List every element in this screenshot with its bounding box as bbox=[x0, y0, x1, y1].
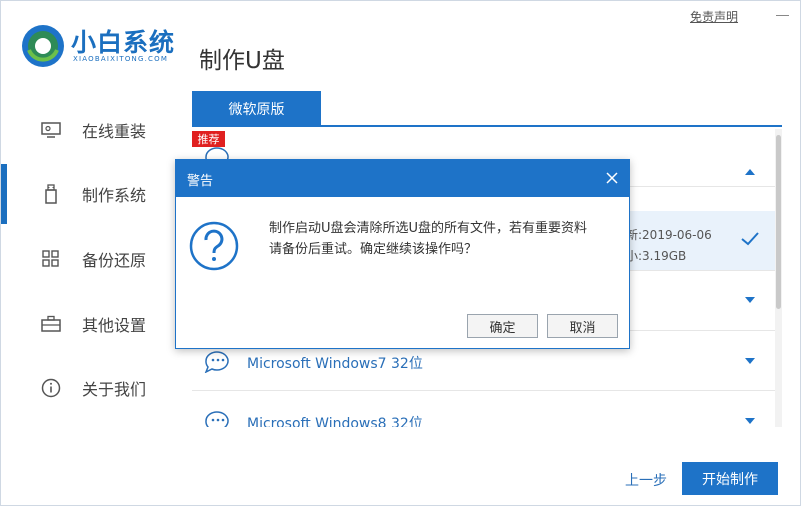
sidebar-item-other-settings[interactable]: 其他设置 bbox=[1, 293, 176, 355]
ok-button[interactable]: 确定 bbox=[467, 314, 538, 338]
chevron-up-icon[interactable] bbox=[745, 169, 755, 175]
cancel-button[interactable]: 取消 bbox=[547, 314, 618, 338]
dialog-message-line: 制作启动U盘会清除所选U盘的所有文件，若有重要资料 bbox=[269, 221, 588, 236]
previous-step-button[interactable]: 上一步 bbox=[625, 470, 667, 490]
briefcase-icon bbox=[41, 314, 61, 334]
warning-dialog: 警告 制作启动U盘会清除所选U盘的所有文件，若有重要资料 请备份后重试。确定继续… bbox=[175, 159, 630, 349]
check-icon bbox=[741, 232, 759, 246]
logo-icon bbox=[22, 25, 64, 67]
chat-bubble-icon bbox=[205, 411, 229, 427]
sidebar-item-label: 在线重装 bbox=[82, 122, 147, 141]
page-title: 制作U盘 bbox=[199, 48, 285, 74]
recommend-badge: 推荐 bbox=[192, 131, 225, 147]
disclaimer-link[interactable]: 免责声明 bbox=[690, 8, 738, 25]
question-icon bbox=[189, 221, 239, 271]
start-make-button[interactable]: 开始制作 bbox=[682, 462, 778, 495]
chevron-down-icon[interactable] bbox=[745, 418, 755, 424]
grid-icon bbox=[41, 249, 61, 269]
os-size: 小:3.19GB bbox=[626, 249, 687, 263]
app-window: 小白系统 XIAOBAIXITONG.COM 制作U盘 免责声明 在线重装 制作… bbox=[0, 0, 801, 506]
list-item[interactable]: Microsoft Windows8 32位 bbox=[192, 391, 775, 427]
close-icon[interactable] bbox=[604, 170, 620, 186]
tab-microsoft-original[interactable]: 微软原版 bbox=[192, 91, 321, 126]
sidebar-item-label: 制作系统 bbox=[82, 186, 147, 205]
sidebar-item-backup-restore[interactable]: 备份还原 bbox=[1, 228, 176, 290]
info-icon bbox=[41, 378, 61, 398]
sidebar-item-label: 备份还原 bbox=[82, 251, 147, 270]
chat-bubble-icon bbox=[204, 351, 229, 373]
sidebar-item-make-system[interactable]: 制作系统 bbox=[1, 163, 176, 225]
usb-drive-icon bbox=[41, 184, 61, 204]
dialog-message-line: 请备份后重试。确定继续该操作吗？ bbox=[269, 242, 478, 257]
chevron-down-icon[interactable] bbox=[745, 297, 755, 303]
scrollbar-thumb[interactable] bbox=[776, 135, 781, 309]
brand-domain: XIAOBAIXITONG.COM bbox=[73, 55, 169, 63]
os-name: Microsoft Windows7 32位 bbox=[247, 356, 423, 372]
sidebar-item-label: 其他设置 bbox=[82, 316, 147, 335]
brand-name: 小白系统 bbox=[71, 28, 176, 57]
dialog-title: 警告 bbox=[187, 174, 214, 189]
os-name: Microsoft Windows8 32位 bbox=[247, 416, 423, 427]
dialog-header: 警告 bbox=[176, 160, 629, 197]
os-updated: 新:2019-06-06 bbox=[626, 228, 712, 242]
chevron-down-icon[interactable] bbox=[745, 358, 755, 364]
sidebar-item-about-us[interactable]: 关于我们 bbox=[1, 357, 176, 419]
dialog-message: 制作启动U盘会清除所选U盘的所有文件，若有重要资料 请备份后重试。确定继续该操作… bbox=[269, 218, 619, 260]
minimize-button[interactable] bbox=[776, 15, 789, 16]
sidebar: 在线重装 制作系统 备份还原 其他设置 关于我们 bbox=[1, 96, 176, 426]
monitor-icon bbox=[41, 120, 61, 140]
sidebar-item-label: 关于我们 bbox=[82, 380, 147, 399]
sidebar-item-online-reinstall[interactable]: 在线重装 bbox=[1, 99, 176, 161]
